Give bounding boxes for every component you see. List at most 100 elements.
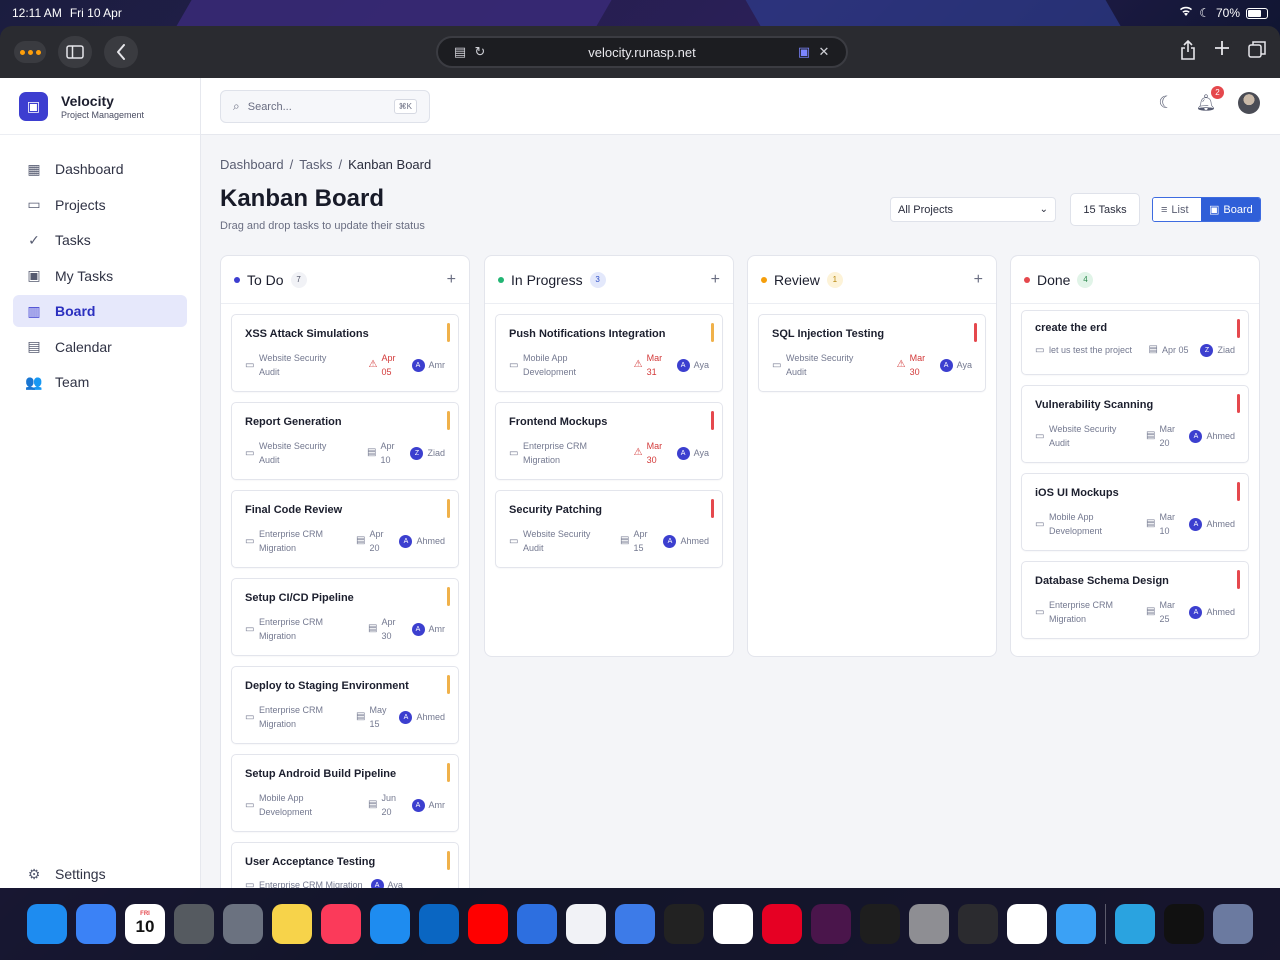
folder-icon: ▭ [27, 196, 41, 212]
calendar-icon: ▤ [367, 447, 377, 458]
dock-app-safari[interactable] [27, 904, 67, 944]
task-assignee[interactable]: A Amr [411, 798, 445, 812]
task-assignee[interactable]: Z Ziad [410, 446, 445, 460]
dock-app-slack[interactable] [811, 904, 851, 944]
task-card[interactable]: Frontend Mockups ▭ Enterprise CRM Migratio… [495, 402, 723, 480]
sidebar-item-dashboard[interactable]: ▦ Dashboard [13, 153, 187, 185]
task-card[interactable]: Setup CI/CD Pipeline ▭ Enterprise CRM Migr… [231, 578, 459, 656]
dock-app-notes[interactable] [272, 904, 312, 944]
brand[interactable]: ▣ Velocity Project Management [0, 78, 200, 135]
dock-app-canister[interactable] [223, 904, 263, 944]
dock-app-app-store[interactable] [370, 904, 410, 944]
priority-indicator [711, 499, 714, 518]
task-card[interactable]: Security Patching ▭ Website Security Audit… [495, 490, 723, 568]
task-card[interactable]: Deploy to Staging Environment ▭ Enterprise… [231, 666, 459, 744]
address-bar[interactable]: ▤ ↻ velocity.runasp.net ▣ ✕ [436, 36, 848, 68]
search-input[interactable]: ⌕ Search... ⌘K [220, 90, 430, 123]
window-dots-button[interactable] [14, 41, 46, 63]
sidebar-item-board[interactable]: ▥ Board [13, 295, 187, 327]
task-card[interactable]: Database Schema Design ▭ Enterprise CRM Mi… [1021, 561, 1249, 639]
dock-app-linkedin[interactable] [419, 904, 459, 944]
task-assignee[interactable]: A Ahmed [1189, 605, 1235, 619]
calendar-icon: ▤ [1146, 518, 1156, 529]
notification-bell-icon[interactable]: 🔔︎ 2 [1196, 86, 1224, 113]
dock-app-youtube[interactable] [468, 904, 508, 944]
folder-icon: ▭ [1035, 430, 1045, 442]
add-task-icon[interactable]: + [974, 271, 983, 289]
dock-app-app-library[interactable] [1213, 904, 1253, 944]
battery-icon [1246, 7, 1268, 19]
project-filter-select[interactable]: All Projects ⌄ [890, 197, 1056, 222]
task-assignee[interactable]: A Amr [411, 358, 445, 372]
task-card[interactable]: Vulnerability Scanning ▭ Website Security … [1021, 385, 1249, 463]
extension-icon[interactable]: ▣ [794, 44, 814, 60]
task-assignee[interactable]: A Aya [676, 446, 709, 460]
task-assignee[interactable]: A Ahmed [663, 534, 709, 548]
list-view-button[interactable]: ≡ List [1153, 198, 1201, 221]
task-card[interactable]: SQL Injection Testing ▭ Website Security A… [758, 314, 986, 392]
dock-app-figma[interactable] [860, 904, 900, 944]
dock-app-pinterest[interactable] [762, 904, 802, 944]
dock-app-calendar[interactable]: FRI 10 [125, 904, 165, 944]
sidebar-item-calendar[interactable]: ▤ Calendar [13, 331, 187, 363]
folder-icon: ▭ [509, 535, 519, 547]
task-assignee[interactable]: A Ahmed [1189, 429, 1235, 443]
task-card[interactable]: User Acceptance Testing ▭ Enterprise CRM M… [231, 842, 459, 888]
back-icon[interactable] [104, 36, 138, 68]
dock-app-mail[interactable] [76, 904, 116, 944]
task-card[interactable]: Report Generation ▭ Website Security Audit… [231, 402, 459, 480]
reader-icon[interactable]: ▤ [450, 44, 470, 60]
dock-app-camera[interactable] [958, 904, 998, 944]
add-task-icon[interactable]: + [711, 271, 720, 289]
task-assignee[interactable]: A Aya [676, 358, 709, 372]
task-card[interactable]: Final Code Review ▭ Enterprise CRM Migrati… [231, 490, 459, 568]
sidebar-toggle-icon[interactable] [58, 36, 92, 68]
breadcrumb-dashboard[interactable]: Dashboard [220, 157, 284, 172]
dock-app-files[interactable] [1056, 904, 1096, 944]
task-title: XSS Attack Simulations [245, 328, 369, 340]
tabs-overview-icon[interactable] [1248, 40, 1266, 65]
dock-app-google-translate[interactable] [615, 904, 655, 944]
dock-app-settings[interactable] [909, 904, 949, 944]
dock-app-telegram[interactable] [1115, 904, 1155, 944]
avatar[interactable] [1238, 92, 1260, 114]
dock-app-music[interactable] [321, 904, 361, 944]
dock-app-tv[interactable] [1164, 904, 1204, 944]
status-bar: 12:11 AM Fri 10 Apr ☾ 70% [0, 0, 1280, 26]
breadcrumb-tasks[interactable]: Tasks [299, 157, 332, 172]
task-assignee[interactable]: A Ahmed [399, 534, 445, 548]
task-card[interactable]: create the erd ▭ let us test the project ▤ A… [1021, 310, 1249, 375]
sidebar-item-tasks[interactable]: ✓ Tasks [13, 224, 187, 256]
dock-app-chatgpt[interactable] [664, 904, 704, 944]
task-card[interactable]: XSS Attack Simulations ▭ Website Security … [231, 314, 459, 392]
board-view-button[interactable]: ▣ Board [1201, 198, 1260, 221]
task-assignee[interactable]: A Aya [370, 878, 403, 888]
dock-app-notion[interactable] [713, 904, 753, 944]
task-assignee[interactable]: A Ahmed [1189, 517, 1235, 531]
dock-app-translate[interactable] [517, 904, 557, 944]
task-due-date: ▤ May 15 [356, 703, 387, 731]
dock-app-calculator[interactable] [174, 904, 214, 944]
theme-toggle-icon[interactable]: ☾ [1158, 93, 1173, 113]
task-assignee[interactable]: A Amr [411, 622, 445, 636]
clear-url-icon[interactable]: ✕ [814, 44, 834, 60]
new-tab-icon[interactable] [1214, 40, 1230, 65]
sidebar-item-my-tasks[interactable]: ▣ My Tasks [13, 260, 187, 292]
task-assignee[interactable]: Z Ziad [1200, 343, 1235, 357]
task-meta: ▭ Website Security Audit ▤ Apr 15 A Ahmed [509, 526, 709, 556]
sidebar-item-projects[interactable]: ▭ Projects [13, 189, 187, 221]
reload-icon[interactable]: ↻ [470, 44, 490, 60]
url-text[interactable]: velocity.runasp.net [490, 45, 794, 60]
task-card[interactable]: iOS UI Mockups ▭ Mobile App Development ▤ Ma… [1021, 473, 1249, 551]
share-icon[interactable] [1180, 39, 1196, 65]
task-card[interactable]: Setup Android Build Pipeline ▭ Mobile App … [231, 754, 459, 832]
sidebar-item-team[interactable]: 👥 Team [13, 366, 187, 398]
task-assignee[interactable]: A Ahmed [399, 710, 445, 724]
task-assignee[interactable]: A Aya [939, 358, 972, 372]
task-card[interactable]: Push Notifications Integration ▭ Mobile Ap… [495, 314, 723, 392]
sidebar-item-settings[interactable]: ⚙ Settings [13, 858, 188, 888]
add-task-icon[interactable]: + [447, 271, 456, 289]
dock-app-freeform[interactable] [566, 904, 606, 944]
dock-app-photos[interactable] [1007, 904, 1047, 944]
notification-badge: 2 [1211, 86, 1224, 99]
